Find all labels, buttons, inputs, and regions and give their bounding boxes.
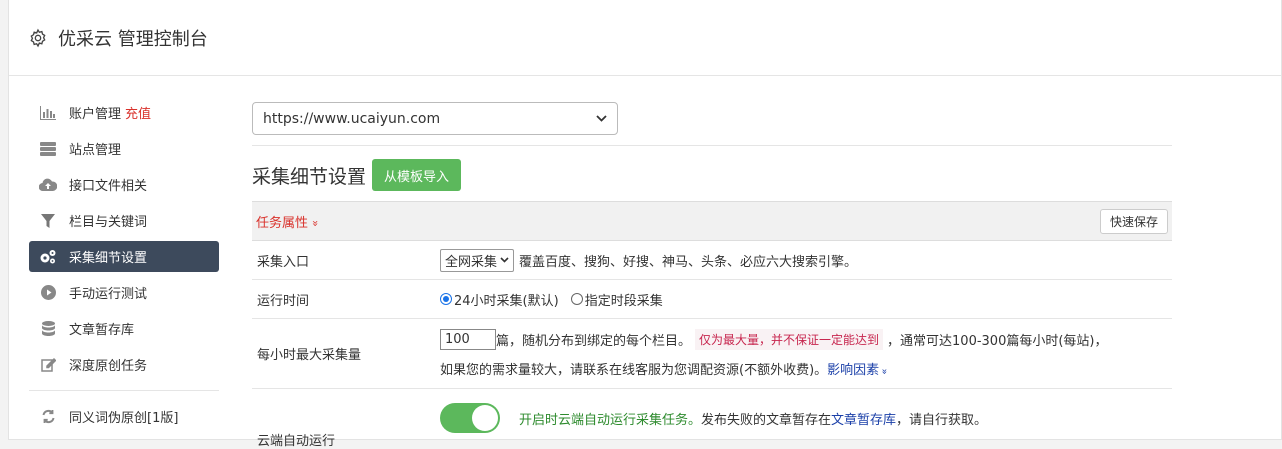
sidebar-item-interface[interactable]: 接口文件相关: [29, 169, 219, 200]
cogs-icon: [39, 248, 57, 266]
task-properties-toggle[interactable]: 任务属性 »: [256, 212, 323, 231]
row-cloud-auto: 云端自动运行 开启时云端自动运行采集任务。发布失败的文章暂存在文章暂存库，请自行…: [252, 389, 1172, 449]
row-label: 每小时最大采集量: [257, 348, 362, 363]
row-label: 采集入口: [257, 254, 310, 270]
sidebar-item-label: 文章暂存库: [69, 323, 135, 338]
main-content: https://www.ucaiyun.com 采集细节设置 从模板导入 任务属…: [252, 102, 1172, 449]
max-text-1: 篇，随机分布到绑定的每个栏目。: [496, 334, 692, 349]
page-title: 优采云 管理控制台: [58, 28, 208, 50]
sidebar-item-synonym[interactable]: 同义词伪原创[1版]: [29, 401, 219, 432]
chevron-down-icon: [596, 115, 607, 122]
database-icon: [39, 320, 57, 338]
recharge-link[interactable]: 充值: [125, 103, 151, 122]
sidebar-item-label: 栏目与关键词: [69, 215, 148, 230]
sidebar-item-label: 接口文件相关: [69, 179, 148, 194]
row-collect-entry: 采集入口 全网采集 覆盖百度、搜狗、好搜、神马、头条、必应六大搜索引擎。: [252, 241, 1172, 280]
bar-chart-icon: [39, 104, 57, 122]
sidebar-item-deep-original[interactable]: 深度原创任务: [29, 349, 219, 380]
collect-entry-value: 全网采集: [445, 254, 498, 270]
max-warning: 仅为最大量，并不保证一定能达到: [695, 329, 884, 350]
chevron-down-icon: »: [878, 368, 890, 375]
sidebar-item-manual-test[interactable]: 手动运行测试: [29, 277, 219, 308]
radio-dot: [570, 293, 583, 305]
sidebar: 账户管理 充值 站点管理 接口文件相关 栏目与关键词 采集细节设置 手动运行测试…: [29, 97, 219, 437]
section-title: 采集细节设置: [252, 165, 367, 188]
edit-icon: [39, 356, 57, 374]
sidebar-item-columns[interactable]: 栏目与关键词: [29, 205, 219, 236]
radio-dot: [440, 293, 452, 305]
sidebar-item-collect-settings[interactable]: 采集细节设置: [29, 241, 219, 272]
sidebar-item-sites[interactable]: 站点管理: [29, 133, 219, 164]
max-per-hour-input[interactable]: 100: [440, 329, 496, 350]
cloud-auto-text: 发布失败的文章暂存在: [701, 413, 832, 428]
radio-label: 指定时段采集: [584, 293, 663, 309]
cloud-auto-green-text: 开启时云端自动运行采集任务。: [519, 413, 702, 428]
radio-24h[interactable]: 24小时采集(默认): [440, 290, 559, 309]
sidebar-item-article-storage[interactable]: 文章暂存库: [29, 313, 219, 344]
import-template-button[interactable]: 从模板导入: [372, 159, 462, 191]
task-properties-bar: 任务属性 » 快速保存: [252, 201, 1172, 241]
row-label: 云端自动运行: [257, 434, 336, 449]
divider: [252, 145, 1172, 146]
console-panel: 优采云 管理控制台 账户管理 充值 站点管理 接口文件相关 栏目与关键词 采集细…: [8, 0, 1282, 449]
chevron-down-icon: »: [309, 219, 323, 227]
site-select-value: https://www.ucaiyun.com: [263, 110, 441, 127]
server-icon: [39, 140, 57, 158]
task-properties-label: 任务属性: [256, 215, 309, 231]
max-text-2: ，通常可达100-300篇每小时(每站)，: [887, 334, 1108, 349]
collect-entry-select[interactable]: 全网采集: [440, 248, 515, 272]
sidebar-item-label: 手动运行测试: [69, 287, 148, 302]
row-max-per-hour: 每小时最大采集量 100 篇，随机分布到绑定的每个栏目。 仅为最大量，并不保证一…: [252, 319, 1172, 389]
sidebar-item-label: 同义词伪原创[1版]: [69, 411, 179, 426]
row-label: 运行时间: [257, 293, 310, 309]
site-select[interactable]: https://www.ucaiyun.com: [252, 102, 618, 135]
toggle-knob: [472, 405, 498, 431]
sidebar-item-label: 深度原创任务: [69, 359, 148, 374]
sidebar-item-label: 账户管理: [69, 107, 122, 122]
play-circle-icon: [39, 284, 57, 302]
section-header: 采集细节设置 从模板导入: [252, 159, 1172, 191]
page-header: 优采云 管理控制台: [9, 0, 1281, 76]
sidebar-divider: [29, 390, 219, 391]
radio-scheduled[interactable]: 指定时段采集: [570, 290, 663, 309]
impact-factors-link[interactable]: 影响因素»: [827, 359, 890, 378]
impact-factors-label: 影响因素: [827, 363, 880, 378]
radio-label: 24小时采集(默认): [454, 293, 559, 309]
chevron-down-icon: [500, 257, 509, 263]
collect-entry-desc: 覆盖百度、搜狗、好搜、神马、头条、必应六大搜索引擎。: [519, 254, 858, 270]
quick-save-button[interactable]: 快速保存: [1099, 208, 1168, 234]
sidebar-item-label: 站点管理: [69, 143, 122, 158]
cloud-auto-text-2: ，请自行获取。: [896, 413, 988, 428]
sidebar-item-label: 采集细节设置: [69, 251, 148, 266]
article-storage-link[interactable]: 文章暂存库: [831, 413, 896, 428]
refresh-icon: [39, 408, 57, 426]
gear-icon: [30, 28, 46, 47]
cloud-auto-toggle[interactable]: [440, 403, 500, 433]
row-run-time: 运行时间 24小时采集(默认) 指定时段采集: [252, 280, 1172, 319]
cloud-upload-icon: [39, 176, 57, 194]
sidebar-item-account[interactable]: 账户管理 充值: [29, 97, 219, 128]
max-text-3: 如果您的需求量较大，请联系在线客服为您调配资源(不额外收费)。: [440, 363, 828, 378]
filter-icon: [39, 212, 57, 230]
